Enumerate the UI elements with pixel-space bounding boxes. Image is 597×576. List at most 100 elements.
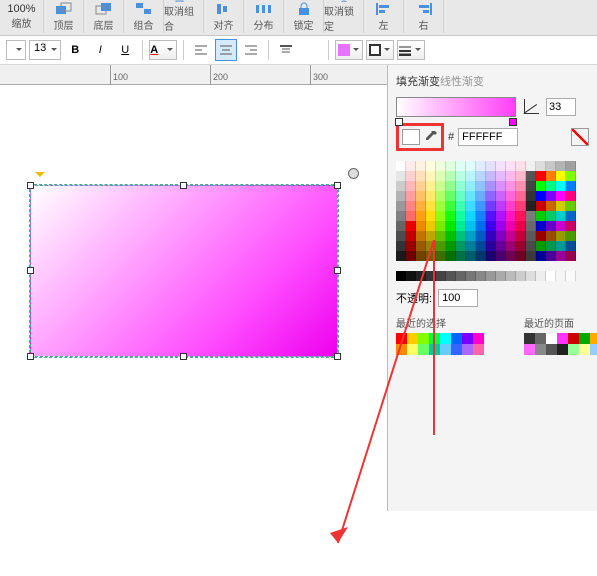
- palette-swatch[interactable]: [446, 181, 456, 191]
- palette-swatch[interactable]: [486, 161, 496, 171]
- recent-swatch[interactable]: [429, 344, 440, 355]
- palette-swatch[interactable]: [446, 221, 456, 231]
- palette-swatch[interactable]: [466, 221, 476, 231]
- palette-swatch[interactable]: [506, 211, 516, 221]
- palette-swatch[interactable]: [516, 241, 526, 251]
- palette-swatch[interactable]: [486, 171, 496, 181]
- palette-swatch[interactable]: [456, 241, 466, 251]
- palette-swatch[interactable]: [446, 271, 456, 281]
- palette-swatch[interactable]: [546, 191, 556, 201]
- palette-swatch[interactable]: [426, 271, 436, 281]
- palette-swatch[interactable]: [396, 201, 406, 211]
- palette-swatch[interactable]: [476, 171, 486, 181]
- palette-swatch[interactable]: [436, 251, 446, 261]
- palette-swatch[interactable]: [506, 181, 516, 191]
- palette-swatch[interactable]: [506, 221, 516, 231]
- palette-swatch[interactable]: [416, 271, 426, 281]
- palette-swatch[interactable]: [396, 221, 406, 231]
- palette-swatch[interactable]: [426, 211, 436, 221]
- palette-swatch[interactable]: [496, 221, 506, 231]
- palette-swatch[interactable]: [456, 161, 466, 171]
- palette-swatch[interactable]: [426, 241, 436, 251]
- palette-swatch[interactable]: [396, 191, 406, 201]
- palette-swatch[interactable]: [466, 251, 476, 261]
- palette-swatch[interactable]: [536, 201, 546, 211]
- rotate-handle[interactable]: [348, 168, 359, 179]
- palette-swatch[interactable]: [406, 201, 416, 211]
- palette-swatch[interactable]: [446, 251, 456, 261]
- recent-swatch[interactable]: [557, 344, 568, 355]
- palette-swatch[interactable]: [536, 231, 546, 241]
- bring-front-button[interactable]: 顶层: [44, 0, 84, 33]
- palette-swatch[interactable]: [556, 231, 566, 241]
- palette-swatch[interactable]: [566, 221, 576, 231]
- eyedropper-icon[interactable]: [424, 130, 438, 144]
- palette-swatch[interactable]: [566, 231, 576, 241]
- palette-swatch[interactable]: [446, 161, 456, 171]
- lock-button[interactable]: 锁定: [284, 0, 324, 33]
- recent-swatch[interactable]: [473, 333, 484, 344]
- palette-swatch[interactable]: [446, 241, 456, 251]
- palette-swatch[interactable]: [566, 251, 576, 261]
- palette-swatch[interactable]: [446, 171, 456, 181]
- palette-swatch[interactable]: [536, 271, 546, 281]
- palette-swatch[interactable]: [466, 201, 476, 211]
- palette-swatch[interactable]: [486, 241, 496, 251]
- palette-swatch[interactable]: [456, 201, 466, 211]
- palette-swatch[interactable]: [486, 181, 496, 191]
- palette-swatch[interactable]: [546, 181, 556, 191]
- palette-swatch[interactable]: [516, 191, 526, 201]
- palette-swatch[interactable]: [536, 161, 546, 171]
- palette-swatch[interactable]: [556, 161, 566, 171]
- recent-swatch[interactable]: [451, 333, 462, 344]
- palette-swatch[interactable]: [496, 171, 506, 181]
- palette-swatch[interactable]: [496, 181, 506, 191]
- palette-swatch[interactable]: [456, 181, 466, 191]
- recent-swatch[interactable]: [418, 333, 429, 344]
- palette-swatch[interactable]: [396, 271, 406, 281]
- palette-swatch[interactable]: [476, 191, 486, 201]
- recent-swatch[interactable]: [462, 344, 473, 355]
- palette-swatch[interactable]: [416, 231, 426, 241]
- align-left-text-button[interactable]: [190, 39, 212, 61]
- palette-swatch[interactable]: [486, 251, 496, 261]
- current-color-swatch[interactable]: [402, 129, 420, 145]
- palette-swatch[interactable]: [426, 181, 436, 191]
- unlock-button[interactable]: 取消锁定: [324, 0, 364, 33]
- palette-swatch[interactable]: [466, 211, 476, 221]
- palette-swatch[interactable]: [516, 221, 526, 231]
- palette-swatch[interactable]: [456, 251, 466, 261]
- gradient-stop[interactable]: [509, 118, 517, 126]
- recent-swatch[interactable]: [473, 344, 484, 355]
- recent-swatch[interactable]: [568, 344, 579, 355]
- palette-swatch[interactable]: [466, 241, 476, 251]
- resize-handle[interactable]: [180, 353, 187, 360]
- hex-input[interactable]: [458, 128, 518, 146]
- palette-swatch[interactable]: [416, 161, 426, 171]
- palette-swatch[interactable]: [406, 251, 416, 261]
- group-button[interactable]: 组合: [124, 0, 164, 33]
- palette-swatch[interactable]: [546, 171, 556, 181]
- palette-swatch[interactable]: [566, 201, 576, 211]
- palette-swatch[interactable]: [556, 251, 566, 261]
- palette-swatch[interactable]: [536, 211, 546, 221]
- palette-swatch[interactable]: [416, 221, 426, 231]
- recent-swatch[interactable]: [546, 333, 557, 344]
- palette-swatch[interactable]: [416, 181, 426, 191]
- palette-swatch[interactable]: [486, 191, 496, 201]
- palette-swatch[interactable]: [406, 191, 416, 201]
- recent-swatch[interactable]: [462, 333, 473, 344]
- palette-swatch[interactable]: [496, 251, 506, 261]
- palette-swatch[interactable]: [426, 161, 436, 171]
- palette-swatch[interactable]: [536, 251, 546, 261]
- palette-swatch[interactable]: [476, 241, 486, 251]
- palette-swatch[interactable]: [516, 231, 526, 241]
- palette-swatch[interactable]: [476, 251, 486, 261]
- italic-button[interactable]: I: [89, 39, 111, 61]
- recent-swatch[interactable]: [590, 333, 597, 344]
- palette-swatch[interactable]: [426, 171, 436, 181]
- palette-swatch[interactable]: [546, 271, 556, 281]
- palette-swatch[interactable]: [496, 211, 506, 221]
- palette-swatch[interactable]: [496, 271, 506, 281]
- palette-swatch[interactable]: [546, 241, 556, 251]
